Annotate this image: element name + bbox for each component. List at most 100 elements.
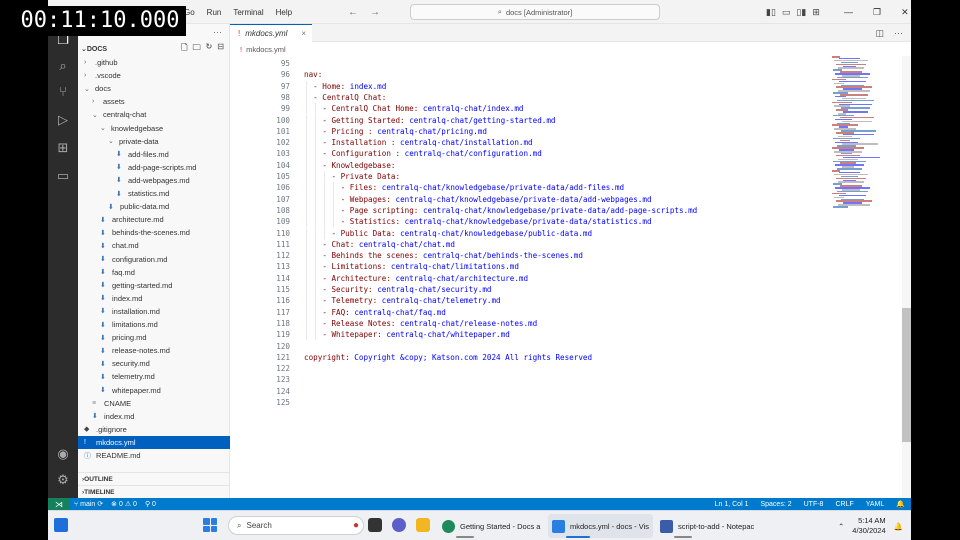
- taskbar-app-label: Getting Started - Docs a: [460, 521, 541, 531]
- chevron-up-icon[interactable]: ⌃: [838, 522, 844, 531]
- new-file-icon[interactable]: 🗋: [181, 42, 187, 56]
- extensions-icon[interactable]: ⊞: [55, 140, 71, 156]
- tree-file[interactable]: ⬇ statistics.md: [78, 187, 230, 200]
- indentation[interactable]: Spaces: 2: [760, 501, 791, 508]
- tree-file[interactable]: ⬇ limitations.md: [78, 318, 230, 331]
- tree-file[interactable]: ◆ .gitignore: [78, 423, 230, 436]
- tree-file[interactable]: ⬇ index.md: [78, 410, 230, 423]
- toggle-panel-icon[interactable]: ▭: [782, 7, 791, 18]
- minimize-icon[interactable]: —: [844, 7, 853, 17]
- close-icon[interactable]: ✕: [901, 7, 909, 18]
- file-explorer-icon[interactable]: [416, 518, 430, 532]
- new-folder-icon[interactable]: 🗀: [193, 42, 201, 56]
- tree-file[interactable]: ⬇ behinds-the-scenes.md: [78, 226, 230, 239]
- menu-bar: Go Run Terminal Help: [184, 0, 292, 24]
- line-number: 103: [276, 149, 290, 159]
- forward-arrow-icon[interactable]: →: [370, 7, 380, 18]
- editor-area: ! mkdocs.yml × ◫ ··· ! mkdocs.yml 95 96 na…: [230, 24, 911, 498]
- task-view-icon[interactable]: [368, 518, 382, 532]
- encoding[interactable]: UTF-8: [804, 501, 824, 508]
- menu-run[interactable]: Run: [207, 8, 222, 17]
- remote-explorer-icon[interactable]: ▭: [55, 168, 71, 184]
- tree-file[interactable]: ⬇ whitepaper.md: [78, 384, 230, 397]
- tree-folder[interactable]: ⌄ docs: [78, 82, 230, 95]
- problems-indicator[interactable]: ⊗ 0 ⚠ 0: [111, 500, 137, 508]
- tree-file[interactable]: ⬇ installation.md: [78, 305, 230, 318]
- tree-file[interactable]: ⓘ README.md: [78, 449, 230, 462]
- branch-name: main: [80, 501, 96, 508]
- tree-file[interactable]: ⬇ telemetry.md: [78, 370, 230, 383]
- split-editor-icon[interactable]: ◫: [875, 28, 884, 39]
- yaml-value: index.md: [349, 81, 387, 91]
- more-actions-icon[interactable]: ···: [894, 28, 903, 38]
- tree-file[interactable]: ⬇ configuration.md: [78, 253, 230, 266]
- tree-file[interactable]: ! mkdocs.yml: [78, 435, 230, 449]
- more-actions-icon[interactable]: ···: [213, 27, 222, 37]
- tree-file[interactable]: ⬇ public-data.md: [78, 200, 230, 213]
- tree-folder[interactable]: ⌄ private-data: [78, 135, 230, 148]
- close-icon[interactable]: ×: [301, 29, 306, 38]
- app-running-indicator: [674, 536, 692, 538]
- command-center-search[interactable]: ⌕ docs [Administrator]: [410, 4, 660, 20]
- tree-file[interactable]: ⬇ architecture.md: [78, 213, 230, 226]
- teams-chat-icon[interactable]: [392, 518, 406, 532]
- settings-gear-icon[interactable]: ⚙: [55, 472, 71, 488]
- tree-file[interactable]: ⬇ release-notes.md: [78, 344, 230, 357]
- cursor-position[interactable]: Ln 1, Col 1: [715, 501, 749, 508]
- scrollbar-thumb[interactable]: [902, 308, 911, 442]
- language-mode[interactable]: YAML: [866, 501, 885, 508]
- minimap[interactable]: [832, 56, 902, 216]
- toggle-sidebar-icon[interactable]: ▮▯: [766, 7, 776, 18]
- branch-indicator[interactable]: ⑂ main ⟳: [74, 500, 103, 508]
- tree-folder[interactable]: › assets: [78, 95, 230, 108]
- tree-file[interactable]: ⬇ add-files.md: [78, 148, 230, 161]
- menu-terminal[interactable]: Terminal: [233, 8, 263, 17]
- tree-file[interactable]: ⬇ add-webpages.md: [78, 174, 230, 187]
- collapse-all-icon[interactable]: ⊟: [217, 42, 224, 56]
- taskbar-app-browser[interactable]: Getting Started - Docs a: [438, 514, 544, 538]
- tree-file[interactable]: ⬇ faq.md: [78, 266, 230, 279]
- tree-file[interactable]: ⬇ chat.md: [78, 239, 230, 252]
- account-icon[interactable]: ◉: [55, 446, 71, 462]
- clock[interactable]: 5:14 AM 4/30/2024: [852, 516, 885, 536]
- restore-icon[interactable]: ❐: [873, 7, 881, 18]
- taskbar-search[interactable]: ⌕ Search ●: [228, 516, 364, 535]
- tree-file[interactable]: ⬇ pricing.md: [78, 331, 230, 344]
- customize-layout-icon[interactable]: ⊞: [812, 7, 820, 18]
- notification-center-icon[interactable]: 🔔: [894, 522, 903, 531]
- run-debug-icon[interactable]: ▷: [55, 112, 71, 128]
- tab-mkdocs-yml[interactable]: ! mkdocs.yml ×: [230, 24, 312, 42]
- indent-guide: [306, 216, 307, 228]
- end-of-line[interactable]: CRLF: [835, 501, 853, 508]
- tree-folder[interactable]: ⌄ knowledgebase: [78, 122, 230, 135]
- tree-file[interactable]: ≡ CNAME: [78, 397, 230, 410]
- taskbar-app-vscode[interactable]: mkdocs.yml - docs - Vis: [548, 514, 654, 538]
- ports-indicator[interactable]: ⚲ 0: [145, 500, 156, 508]
- workspace-root[interactable]: ⌄ DOCS 🗋 🗀 ↻ ⊟: [78, 42, 230, 56]
- source-control-icon[interactable]: ⑂: [55, 84, 71, 100]
- tree-folder[interactable]: › .github: [78, 56, 230, 69]
- tree-file[interactable]: ⬇ getting-started.md: [78, 279, 230, 292]
- breadcrumb-item[interactable]: mkdocs.yml: [246, 45, 286, 54]
- tree-folder[interactable]: › .vscode: [78, 69, 230, 82]
- search-icon: ⌕: [237, 520, 242, 530]
- refresh-icon[interactable]: ↻: [206, 42, 213, 56]
- taskbar-app-notepad[interactable]: script-to-add - Notepac: [656, 514, 758, 538]
- search-icon[interactable]: ⌕: [55, 58, 71, 74]
- outline-section[interactable]: › OUTLINE: [78, 472, 230, 485]
- indent-guide: [306, 182, 307, 194]
- tree-file[interactable]: ⬇ add-page-scripts.md: [78, 161, 230, 174]
- timeline-section[interactable]: › TIMELINE: [78, 485, 230, 498]
- tree-file[interactable]: ⬇ index.md: [78, 292, 230, 305]
- yaml-value: centralq-chat/knowledgebase/private-data…: [381, 183, 625, 193]
- widgets-icon[interactable]: [54, 518, 68, 532]
- tree-file[interactable]: ⬇ security.md: [78, 357, 230, 370]
- notifications-bell-icon[interactable]: 🔔: [896, 500, 905, 508]
- start-button[interactable]: [203, 518, 217, 532]
- menu-help[interactable]: Help: [276, 8, 292, 17]
- remote-indicator-icon[interactable]: ⋊: [48, 498, 70, 510]
- tree-folder[interactable]: ⌄ centralq-chat: [78, 108, 230, 121]
- back-arrow-icon[interactable]: ←: [348, 7, 358, 18]
- toggle-secondary-sidebar-icon[interactable]: ▯▮: [796, 7, 806, 18]
- editor-scrollbar[interactable]: [902, 56, 911, 498]
